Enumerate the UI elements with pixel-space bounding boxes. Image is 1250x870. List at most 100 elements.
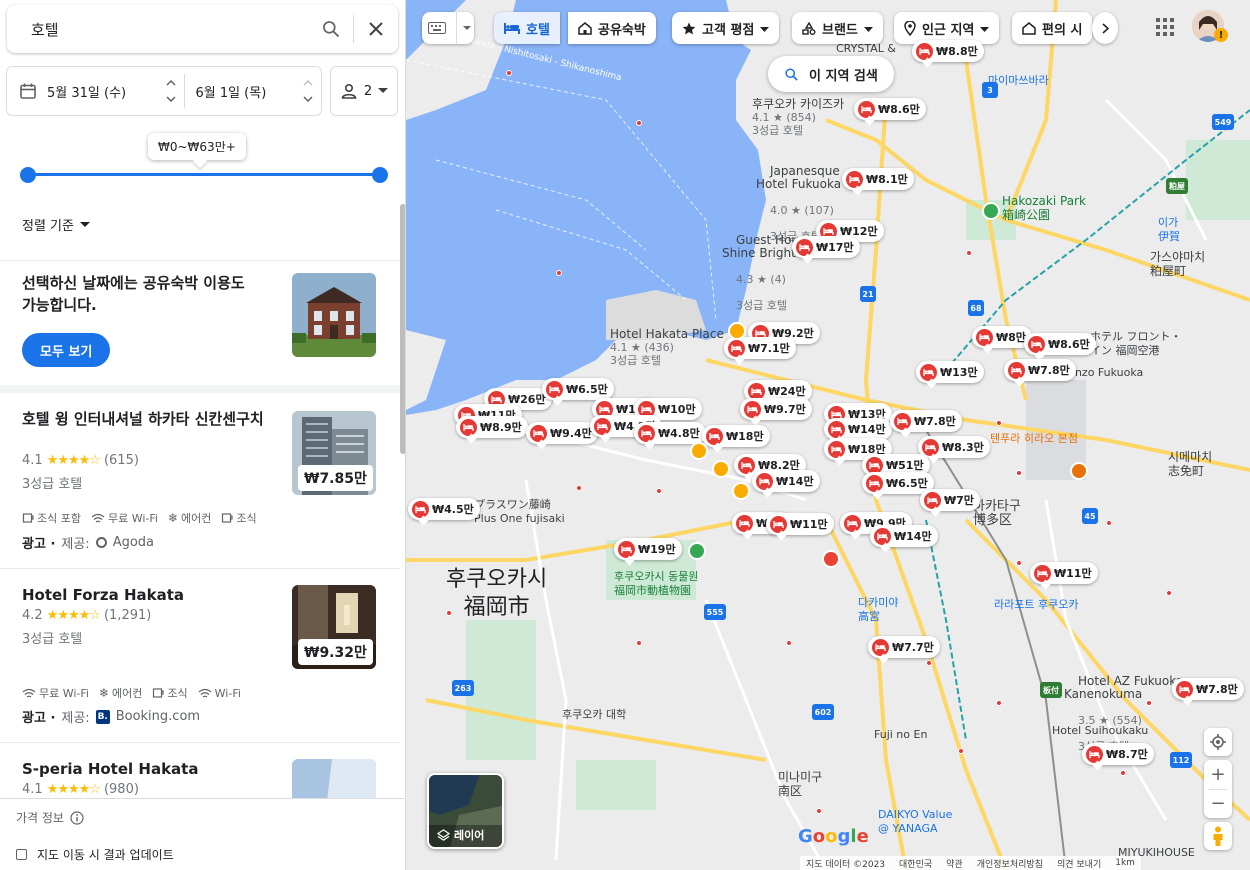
hotel-card[interactable]: 호텔 윙 인터내셔널 하카타 신칸센구치 4.1 ★★★★☆ (615) 3성급…: [0, 393, 400, 569]
highly-rated-marker-icon[interactable]: [690, 442, 708, 460]
zoom-out-icon[interactable]: −: [1210, 790, 1225, 819]
hotel-price-pin[interactable]: ₩19만: [614, 538, 682, 560]
map-canvas[interactable]: 후쿠오카시 福岡市 하카타구 博多区 Hakozaki Park 箱崎公園 후쿠오카시…: [406, 0, 1250, 870]
park-marker-icon[interactable]: [982, 202, 1000, 220]
hotel-price-pin[interactable]: ₩14만: [824, 418, 892, 440]
poi-dot-icon[interactable]: [926, 660, 932, 666]
hotel-price[interactable]: ₩9.32만: [298, 639, 373, 665]
hotel-price-pin[interactable]: ₩8.8만: [912, 40, 984, 62]
map-hotel-label[interactable]: 후쿠오카 카이즈카 4.1 ★ (854) 3성급 호텔: [752, 98, 844, 138]
poi-dot-icon[interactable]: [556, 270, 562, 276]
hotel-card[interactable]: S-peria Hotel Hakata 4.1 ★★★★☆ (980): [0, 743, 400, 799]
hotel-name[interactable]: 호텔 윙 인터내셔널 하카타 신칸센구치: [22, 409, 272, 429]
hotel-price-pin[interactable]: ₩7.8만: [1004, 359, 1076, 381]
hotel-price-pin[interactable]: ₩4.5만: [408, 498, 480, 520]
poi-dot-icon[interactable]: [446, 610, 452, 616]
hotel-price-pin[interactable]: ₩11만: [766, 513, 834, 535]
hotel-price-pin[interactable]: ₩7만: [920, 489, 980, 511]
house-photo[interactable]: [292, 273, 376, 357]
ad-provider[interactable]: 광고 · 제공: B. Booking.com: [22, 707, 200, 726]
hotel-price-pin[interactable]: ₩8.7만: [1082, 743, 1154, 765]
poi-dot-icon[interactable]: [636, 640, 642, 646]
hotel-price-pin[interactable]: ₩14만: [752, 470, 820, 492]
highly-rated-marker-icon[interactable]: [732, 482, 750, 500]
checkin-field[interactable]: 5월 31일 (수): [7, 67, 184, 115]
hotel-price[interactable]: ₩7.85만: [298, 465, 373, 491]
hotel-price-pin[interactable]: ₩8.6만: [1024, 333, 1096, 355]
hotel-price-pin[interactable]: ₩6.5만: [542, 378, 614, 400]
poi-dot-icon[interactable]: [996, 420, 1002, 426]
zoo-marker-icon[interactable]: [688, 542, 706, 560]
hotel-name[interactable]: Hotel Forza Hakata: [22, 585, 272, 605]
hotel-price-pin[interactable]: ₩4.8만: [634, 422, 706, 444]
hotel-price-pin[interactable]: ₩7.7만: [868, 636, 940, 658]
info-icon[interactable]: [70, 810, 84, 825]
hospital-marker-icon[interactable]: [822, 550, 840, 568]
restaurant-marker-icon[interactable]: [1070, 462, 1088, 480]
poi-dot-icon[interactable]: [1106, 520, 1112, 526]
hotel-price-pin[interactable]: ₩9.7만: [740, 398, 812, 420]
search-icon[interactable]: [309, 5, 353, 53]
poi-dot-icon[interactable]: [1146, 700, 1152, 706]
hotel-price-pin[interactable]: ₩17만: [792, 236, 860, 258]
hotel-price-pin[interactable]: ₩14만: [870, 525, 938, 547]
sort-dropdown[interactable]: 정렬 기준: [22, 215, 90, 234]
see-all-button[interactable]: 모두 보기: [22, 333, 111, 367]
chevron-down-icon[interactable]: [166, 96, 176, 102]
hotel-price-pin[interactable]: ₩7.1만: [724, 337, 796, 359]
attribution-item[interactable]: 대한민국: [899, 857, 932, 870]
chevron-up-icon[interactable]: [166, 80, 176, 86]
poi-dot-icon[interactable]: [996, 700, 1002, 706]
hotel-card[interactable]: Hotel Forza Hakata 4.2 ★★★★☆ (1,291) 3성급…: [0, 569, 400, 743]
zoom-in-icon[interactable]: +: [1210, 760, 1225, 789]
hotel-price-pin[interactable]: ₩7.8만: [890, 410, 962, 432]
price-info[interactable]: 가격 정보: [16, 809, 84, 826]
chips-next-button[interactable]: [1092, 12, 1118, 44]
hotel-price-pin[interactable]: ₩11만: [1030, 562, 1098, 584]
hotel-price-pin[interactable]: ₩18만: [702, 425, 770, 447]
hotel-price-pin[interactable]: ₩7.8만: [1172, 678, 1244, 700]
highly-rated-marker-icon[interactable]: [728, 322, 746, 340]
keyboard-toggle[interactable]: [422, 12, 474, 44]
hotel-price-pin[interactable]: ₩8만: [972, 326, 1032, 348]
highly-rated-marker-icon[interactable]: [712, 460, 730, 478]
my-location-button[interactable]: [1204, 728, 1232, 756]
scale-label[interactable]: 1km: [1115, 858, 1135, 868]
poi-dot-icon[interactable]: [506, 70, 512, 76]
street-view-button[interactable]: [1204, 822, 1232, 850]
checkout-field[interactable]: 6월 1일 (목): [185, 67, 321, 115]
map-hotel-label[interactable]: Hotel Hakata Place 4.1 ★ (436) 3성급 호텔: [610, 328, 724, 368]
price-slider-track[interactable]: [28, 173, 380, 176]
chevron-up-icon[interactable]: [303, 80, 313, 86]
date-range-picker[interactable]: 5월 31일 (수) 6월 1일 (목): [6, 66, 322, 116]
filter-chip[interactable]: 브랜드: [792, 12, 883, 44]
close-icon[interactable]: [354, 5, 398, 53]
hotel-price-pin[interactable]: ₩8.9만: [456, 416, 528, 438]
poi-dot-icon[interactable]: [1166, 590, 1172, 596]
poi-dot-icon[interactable]: [576, 485, 582, 491]
hotel-price-pin[interactable]: ₩8.6만: [854, 98, 926, 120]
search-this-area-button[interactable]: 이 지역 검색: [768, 56, 894, 92]
search-input[interactable]: 호텔: [7, 19, 309, 40]
filter-chip[interactable]: 공유숙박: [568, 12, 656, 44]
attribution-item[interactable]: 개인정보처리방침: [977, 857, 1043, 870]
poi-dot-icon[interactable]: [636, 120, 642, 126]
filter-chip[interactable]: 호텔: [494, 12, 560, 44]
guest-selector[interactable]: 2: [330, 66, 398, 116]
poi-dot-icon[interactable]: [958, 748, 964, 754]
poi-dot-icon[interactable]: [816, 808, 822, 814]
ad-provider[interactable]: 광고 · 제공: Agoda: [22, 533, 154, 552]
hotel-photo[interactable]: [292, 759, 376, 799]
checkbox-icon[interactable]: [16, 849, 27, 860]
chevron-down-icon[interactable]: [303, 96, 313, 102]
poi-dot-icon[interactable]: [786, 640, 792, 646]
poi-dot-icon[interactable]: [1016, 560, 1022, 566]
hotel-price-pin[interactable]: ₩8.3만: [918, 436, 990, 458]
update-on-move-checkbox[interactable]: 지도 이동 시 결과 업데이트: [16, 846, 174, 863]
filter-chip[interactable]: 고객 평점: [672, 12, 780, 44]
hotel-name[interactable]: S-peria Hotel Hakata: [22, 759, 272, 779]
hotel-price-pin[interactable]: ₩9.4만: [526, 422, 598, 444]
price-slider-min-handle[interactable]: [20, 167, 36, 183]
hotel-price-pin[interactable]: ₩8.1만: [842, 168, 914, 190]
poi-dot-icon[interactable]: [966, 250, 972, 256]
